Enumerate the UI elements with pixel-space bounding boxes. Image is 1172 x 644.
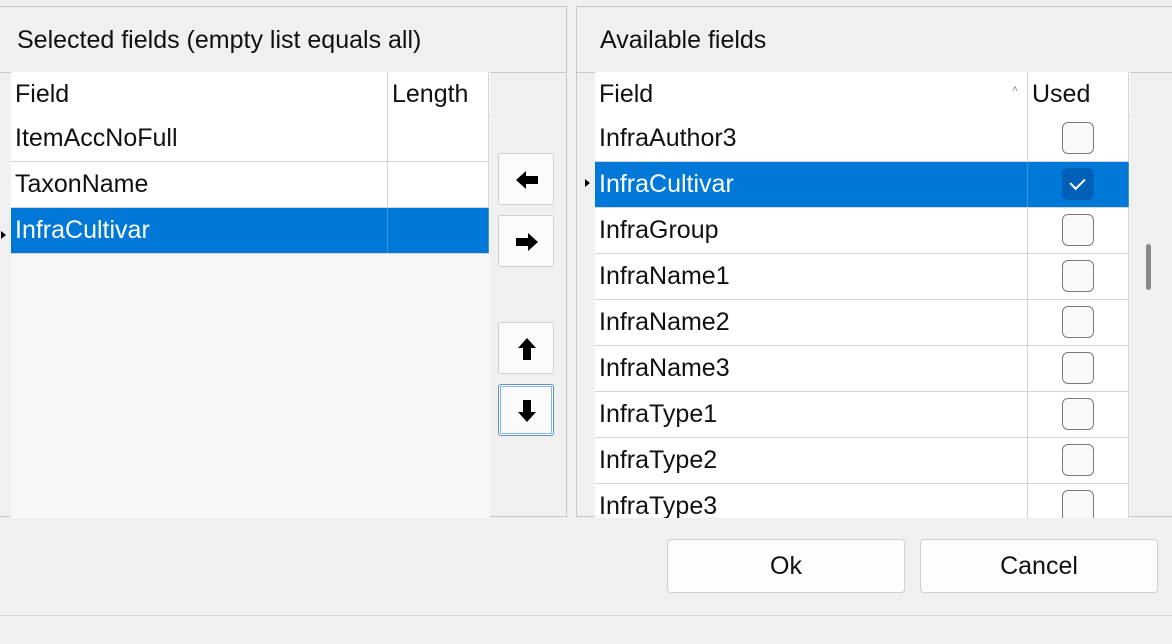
used-cell — [1028, 438, 1129, 483]
column-header-field[interactable]: Field — [11, 72, 388, 116]
table-row[interactable]: InfraType2 — [595, 438, 1129, 484]
arrow-left-icon — [516, 171, 538, 189]
field-cell: InfraName1 — [595, 254, 1028, 299]
table-row[interactable]: InfraType1 — [595, 392, 1129, 438]
used-checkbox[interactable] — [1062, 168, 1094, 200]
available-fields-grid[interactable]: Field ˄ Used InfraAuthor3 InfraCultivar In… — [595, 72, 1130, 518]
table-row[interactable]: InfraCultivar — [11, 208, 489, 254]
used-checkbox[interactable] — [1062, 214, 1094, 246]
used-cell — [1028, 346, 1129, 391]
used-cell — [1028, 484, 1129, 518]
column-header-used[interactable]: Used — [1028, 72, 1129, 116]
field-cell: InfraCultivar — [595, 162, 1028, 207]
field-cell: InfraType1 — [595, 392, 1028, 437]
ok-button[interactable]: Ok — [667, 539, 905, 593]
move-left-button[interactable] — [498, 153, 554, 205]
current-row-marker — [1, 231, 6, 239]
table-row[interactable]: InfraCultivar — [595, 162, 1129, 208]
move-right-button[interactable] — [498, 215, 554, 267]
table-row[interactable]: TaxonName — [11, 162, 489, 208]
available-fields-panel: Available fields Field ˄ Used InfraAutho… — [576, 6, 1172, 518]
used-checkbox[interactable] — [1062, 444, 1094, 476]
used-checkbox[interactable] — [1062, 352, 1094, 384]
length-cell[interactable] — [388, 208, 489, 253]
available-fields-title: Available fields — [577, 7, 1172, 73]
sort-ascending-icon: ˄ — [1012, 84, 1018, 95]
used-cell — [1028, 116, 1129, 161]
field-cell: InfraType2 — [595, 438, 1028, 483]
selected-fields-grid[interactable]: Field Length ItemAccNoFull TaxonName Infra… — [11, 72, 490, 518]
status-bar-divider — [0, 615, 1172, 616]
arrow-right-icon — [516, 233, 538, 251]
field-cell: InfraGroup — [595, 208, 1028, 253]
current-row-marker — [585, 179, 590, 187]
length-cell[interactable] — [388, 116, 489, 161]
used-checkbox[interactable] — [1062, 306, 1094, 338]
arrow-up-icon — [518, 338, 536, 360]
table-row[interactable]: InfraType3 — [595, 484, 1129, 518]
table-row[interactable]: ItemAccNoFull — [11, 116, 489, 162]
move-up-button[interactable] — [498, 322, 554, 374]
column-header-field-label: Field — [599, 80, 654, 108]
field-cell: InfraName2 — [595, 300, 1028, 345]
length-cell[interactable] — [388, 162, 489, 207]
used-cell — [1028, 300, 1129, 345]
table-row[interactable]: InfraName1 — [595, 254, 1129, 300]
used-checkbox[interactable] — [1062, 398, 1094, 430]
used-checkbox[interactable] — [1062, 260, 1094, 292]
table-row[interactable]: InfraName2 — [595, 300, 1129, 346]
used-cell — [1028, 392, 1129, 437]
table-row[interactable]: InfraAuthor3 — [595, 116, 1129, 162]
selected-fields-panel: Selected fields (empty list equals all) … — [0, 6, 567, 518]
table-row[interactable]: InfraGroup — [595, 208, 1129, 254]
column-header-length[interactable]: Length — [388, 72, 489, 116]
field-cell: InfraType3 — [595, 484, 1028, 518]
table-row[interactable]: InfraName3 — [595, 346, 1129, 392]
column-header-field[interactable]: Field ˄ — [595, 72, 1028, 116]
vertical-scrollbar-thumb[interactable] — [1146, 244, 1151, 290]
used-cell — [1028, 208, 1129, 253]
field-cell: InfraName3 — [595, 346, 1028, 391]
move-down-button[interactable] — [498, 384, 554, 436]
field-cell: InfraCultivar — [11, 208, 388, 253]
field-cell: InfraAuthor3 — [595, 116, 1028, 161]
used-checkbox[interactable] — [1062, 122, 1094, 154]
used-checkbox[interactable] — [1062, 490, 1094, 518]
used-cell — [1028, 162, 1129, 207]
selected-grid-header: Field Length — [11, 72, 490, 116]
selected-fields-title: Selected fields (empty list equals all) — [0, 7, 566, 73]
cancel-button[interactable]: Cancel — [920, 539, 1158, 593]
field-cell: TaxonName — [11, 162, 388, 207]
arrow-down-icon — [518, 400, 536, 422]
field-cell: ItemAccNoFull — [11, 116, 388, 161]
used-cell — [1028, 254, 1129, 299]
available-grid-header: Field ˄ Used — [595, 72, 1130, 116]
